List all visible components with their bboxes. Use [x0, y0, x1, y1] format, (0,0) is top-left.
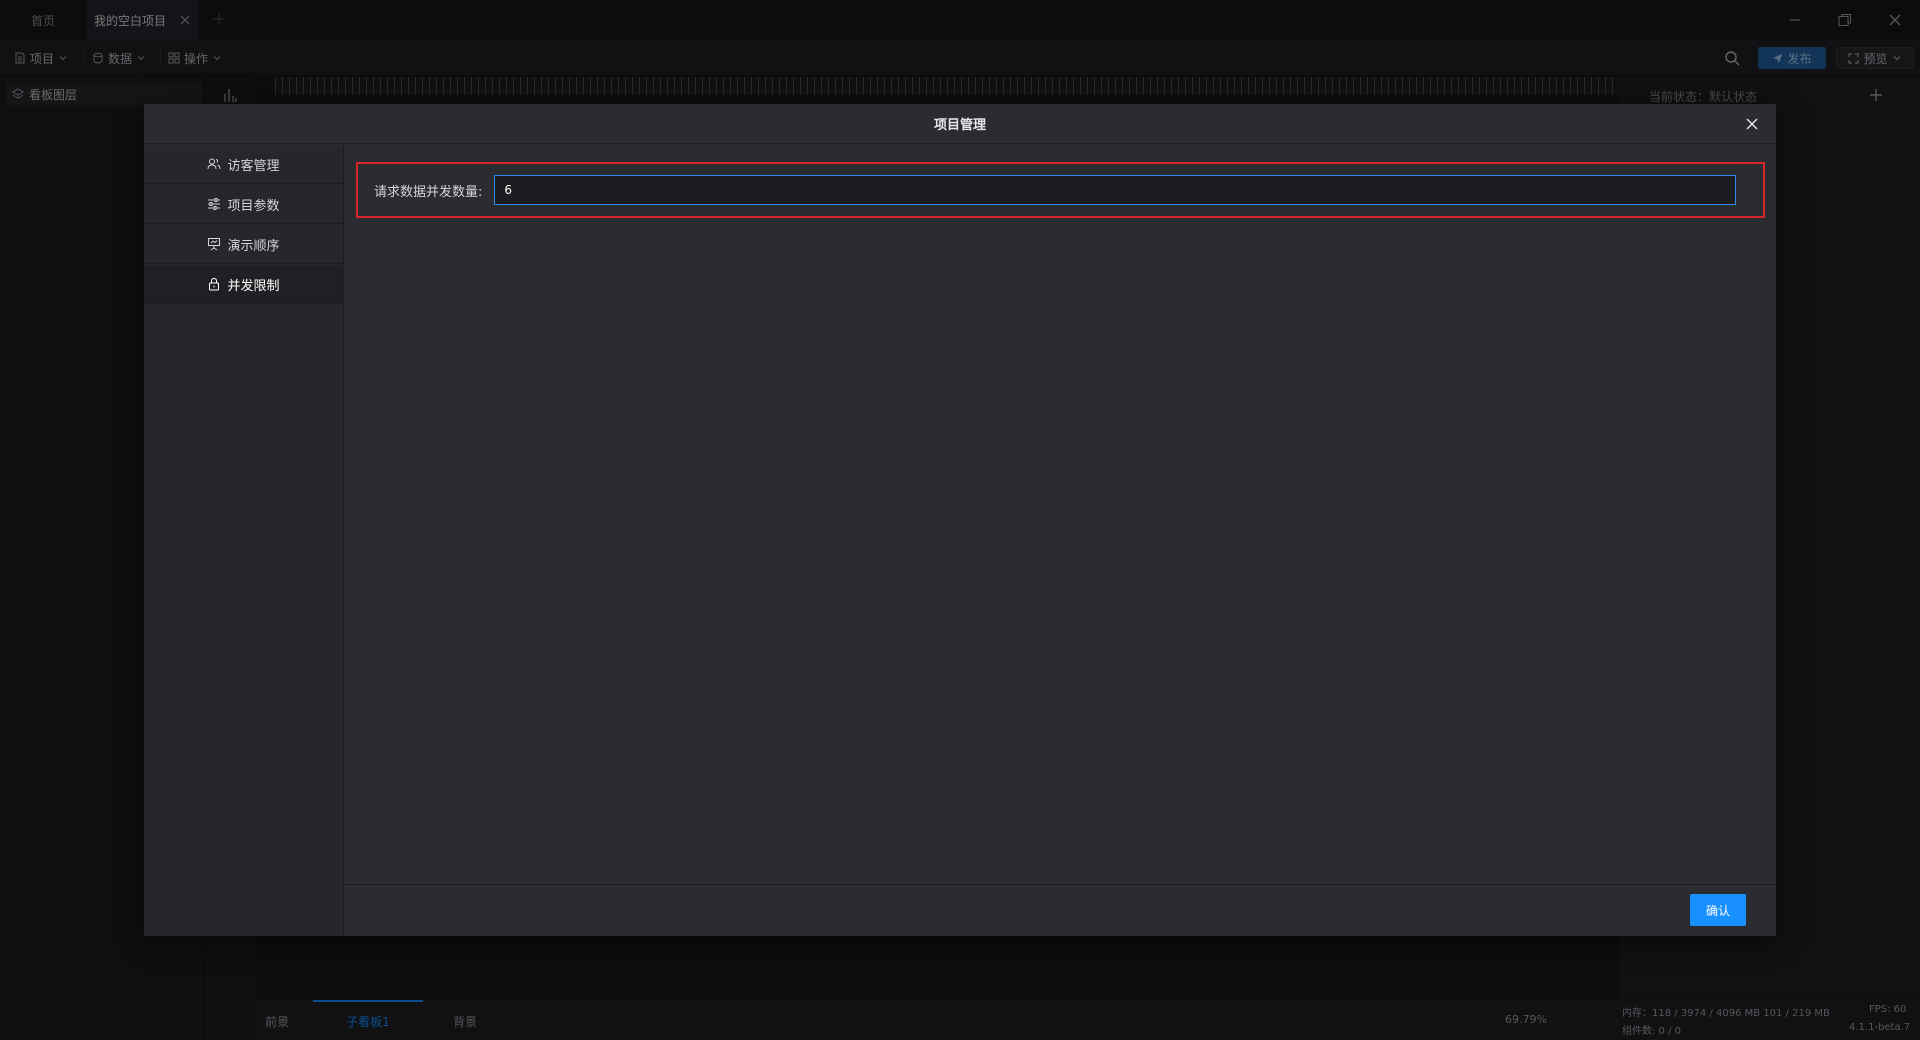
nav-item-visitor-management[interactable]: 访客管理 [144, 145, 343, 184]
dialog-title: 项目管理 [933, 118, 986, 133]
dialog-nav: 访客管理 项目参数 演示顺序 并发限制 [144, 145, 344, 936]
concurrency-field-row: 请求数据并发数量: [356, 162, 1765, 218]
nav-item-demo-order[interactable]: 演示顺序 [144, 225, 343, 264]
confirm-button[interactable]: 确认 [1690, 894, 1746, 926]
nav-item-concurrency-limit[interactable]: 并发限制 [144, 265, 343, 304]
close-icon[interactable] [1744, 116, 1760, 132]
nav-item-project-params[interactable]: 项目参数 [144, 185, 343, 224]
dialog-header: 项目管理 [144, 104, 1776, 144]
nav-label: 访客管理 [227, 158, 280, 174]
users-icon [207, 158, 221, 170]
concurrency-input[interactable] [494, 175, 1737, 205]
lock-icon [209, 277, 220, 291]
nav-label: 演示顺序 [227, 238, 280, 254]
dialog-footer: 确认 [344, 884, 1776, 936]
concurrency-field-label: 请求数据并发数量: [374, 184, 483, 200]
sliders-icon [208, 198, 221, 210]
nav-label: 项目参数 [227, 198, 280, 214]
project-management-dialog: 项目管理 访客管理 项目参数 演示顺序 并发限制 请求数据并发数量: 确认 [144, 104, 1776, 936]
presentation-icon [208, 238, 221, 251]
nav-label: 并发限制 [227, 278, 280, 294]
